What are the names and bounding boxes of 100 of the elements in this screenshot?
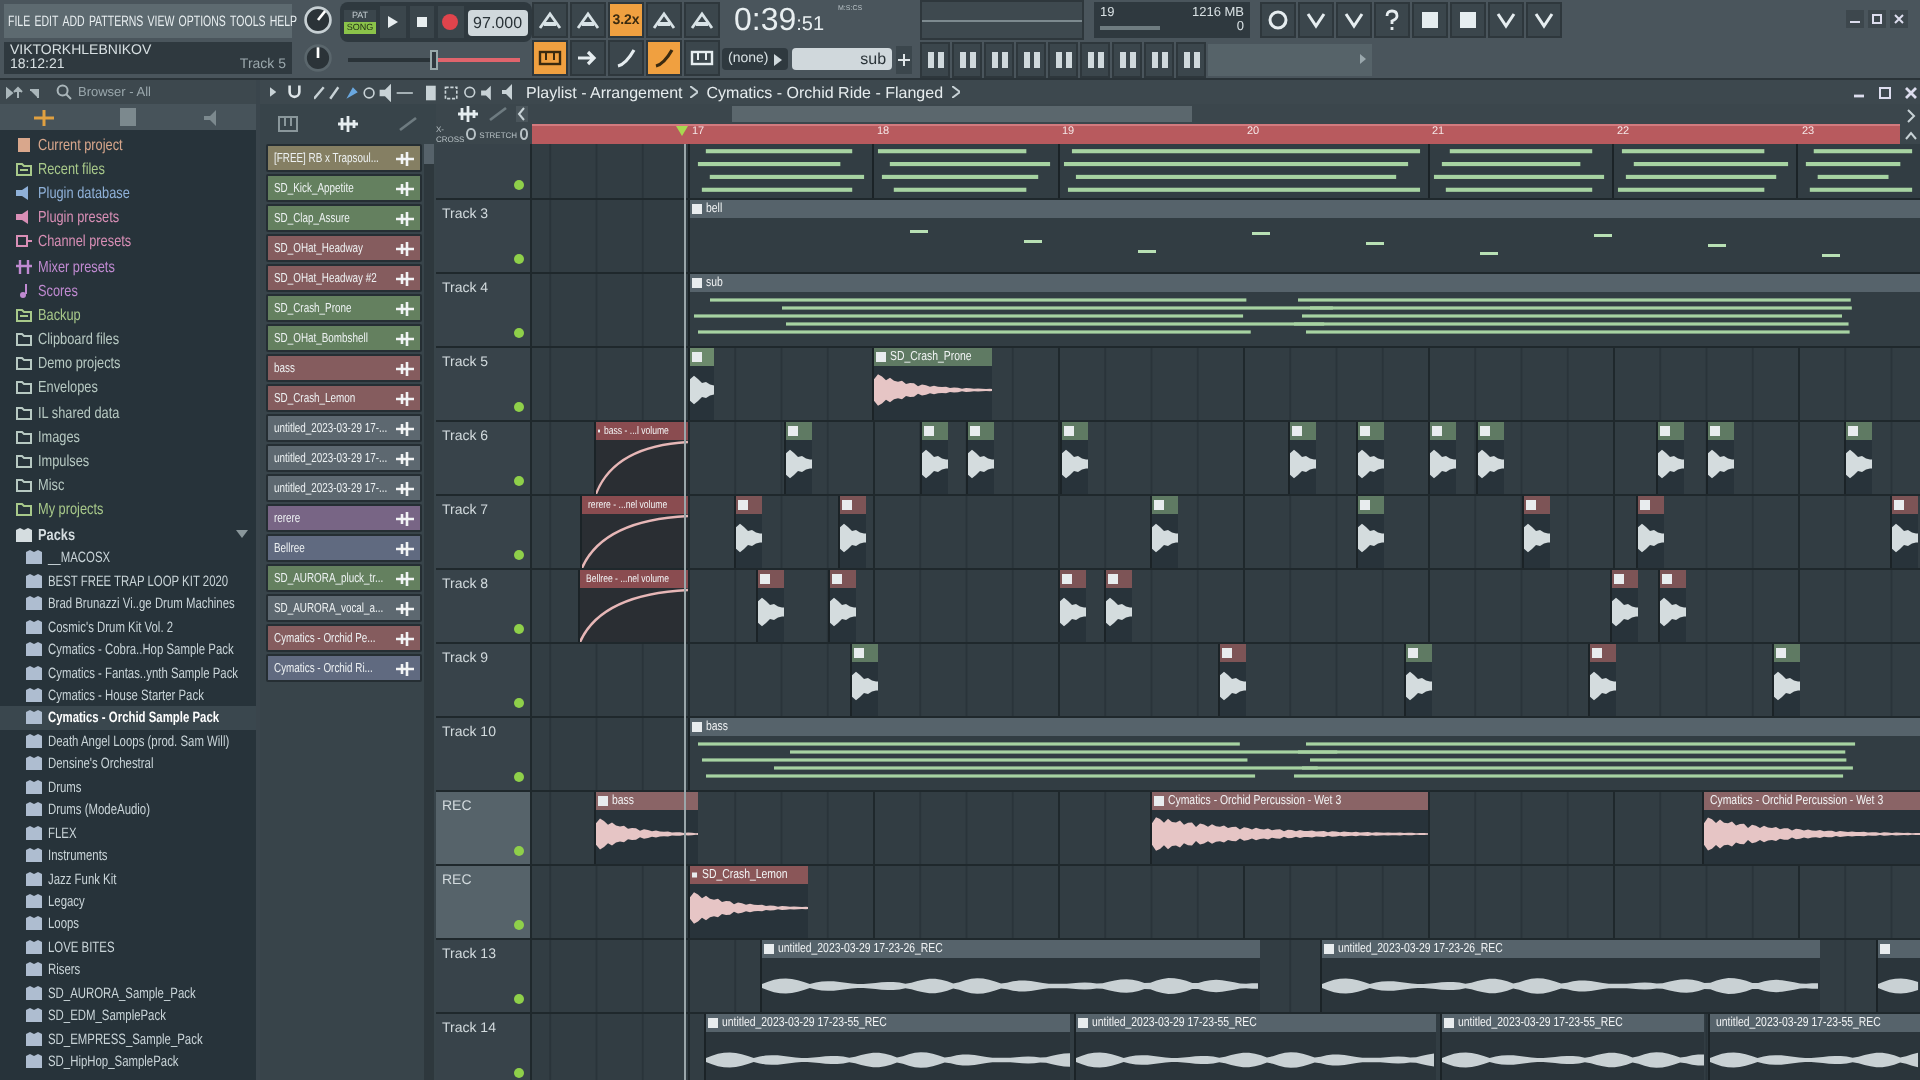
clip-menu-icon[interactable] [876, 352, 886, 362]
playlist-clip[interactable] [1636, 496, 1664, 568]
browser-item[interactable]: Mixer presets [38, 257, 115, 276]
browser-item[interactable]: Images [38, 427, 80, 446]
clip-menu-icon[interactable] [1444, 1018, 1454, 1028]
clip-menu-icon[interactable] [1064, 426, 1074, 436]
clip-menu-icon[interactable] [1640, 500, 1650, 510]
clip-menu-icon[interactable] [854, 648, 864, 658]
clip-menu-icon[interactable] [1292, 426, 1302, 436]
playlist-clip[interactable] [756, 570, 784, 642]
scroll-up-icon[interactable] [1903, 129, 1917, 141]
mute-led-icon[interactable] [514, 920, 524, 930]
playlist-clip[interactable] [828, 570, 856, 642]
playlist-clip[interactable] [1876, 940, 1920, 1012]
mute-led-icon[interactable] [514, 328, 524, 338]
stretch-toggle[interactable] [519, 128, 528, 140]
browser-item[interactable]: Backup [38, 305, 81, 324]
maximize-icon[interactable] [1868, 10, 1886, 28]
clip-menu-icon[interactable] [764, 944, 774, 954]
scroll-right-icon[interactable] [1903, 107, 1917, 123]
clip-menu-icon[interactable] [1432, 426, 1442, 436]
browser-item[interactable]: Envelopes [38, 378, 98, 397]
mute-led-icon[interactable] [514, 254, 524, 264]
expand-arrow-icon[interactable] [1360, 54, 1366, 64]
pitch-knob[interactable] [302, 42, 334, 75]
playlist-clip[interactable] [1404, 644, 1432, 716]
playlist-clip[interactable] [734, 496, 762, 568]
playlist-clip[interactable] [920, 422, 948, 494]
collapse-icon[interactable] [516, 106, 528, 122]
master-pitch-slider[interactable] [348, 50, 520, 70]
select-tools-icon[interactable] [425, 83, 494, 101]
clip-menu-icon[interactable] [1408, 648, 1418, 658]
playlist-clip[interactable] [1844, 422, 1872, 494]
collapse-caret-icon[interactable] [236, 530, 248, 538]
keyboard-button[interactable] [532, 40, 568, 76]
clip-menu-icon[interactable] [692, 352, 702, 362]
clip-menu-icon[interactable] [1078, 1018, 1088, 1028]
playlist-clip[interactable] [1104, 570, 1132, 642]
clip-menu-icon[interactable] [1480, 426, 1490, 436]
playlist-clip[interactable] [838, 496, 866, 568]
clip-menu-icon[interactable] [1776, 648, 1786, 658]
playlist-clip[interactable] [1476, 422, 1504, 494]
clip-menu-icon[interactable] [692, 870, 698, 880]
clip-menu-icon[interactable] [692, 278, 702, 288]
clip-menu-icon[interactable] [924, 426, 934, 436]
mute-led-icon[interactable] [514, 624, 524, 634]
browser-item[interactable]: Impulses [38, 452, 90, 471]
clip-menu-icon[interactable] [1324, 944, 1334, 954]
pattern-selector[interactable]: sub [792, 48, 893, 70]
mute-led-icon[interactable] [514, 180, 524, 190]
clip-menu-icon[interactable] [970, 426, 980, 436]
clip-menu-icon[interactable] [1222, 648, 1232, 658]
magnet-icon[interactable] [288, 84, 302, 100]
stop-button[interactable] [409, 6, 435, 38]
tree-view-icon[interactable] [33, 109, 54, 125]
playlist-clip[interactable] [1588, 644, 1616, 716]
clip-menu-icon[interactable] [1848, 426, 1858, 436]
clip-menu-icon[interactable] [1062, 574, 1072, 584]
playlist-clip[interactable] [1150, 496, 1178, 568]
clip-menu-icon[interactable] [1660, 426, 1670, 436]
playlist-clip[interactable] [966, 422, 994, 494]
mute-led-icon[interactable] [514, 476, 524, 486]
crossfade-toggle[interactable] [466, 128, 476, 140]
clip-menu-icon[interactable] [788, 426, 798, 436]
play-button[interactable] [380, 6, 406, 38]
browser-item[interactable]: Current project [38, 135, 123, 154]
playlist-clip[interactable] [1772, 644, 1800, 716]
pattern-breadcrumb[interactable]: Cymatics - Orchid Ride - Flanged [706, 83, 944, 101]
close-icon[interactable] [1890, 10, 1908, 28]
browser-item[interactable]: IL shared data [38, 403, 120, 422]
mute-led-icon[interactable] [514, 402, 524, 412]
playlist-clip[interactable] [1428, 422, 1456, 494]
clip-menu-icon[interactable] [760, 574, 770, 584]
mute-led-icon[interactable] [514, 846, 524, 856]
maximize-icon[interactable] [1876, 83, 1894, 101]
power-button[interactable] [1260, 2, 1296, 38]
clip-menu-icon[interactable] [692, 204, 702, 214]
browser-item[interactable]: Clipboard files [38, 330, 120, 349]
edit-tools-icon[interactable] [313, 83, 414, 101]
browser-item[interactable]: My projects [38, 500, 104, 519]
search-icon[interactable] [56, 84, 72, 100]
playlist-clip[interactable] [1658, 570, 1686, 642]
clip-menu-icon[interactable] [1154, 500, 1164, 510]
mute-led-icon[interactable] [514, 550, 524, 560]
browser-item[interactable]: Recent files [38, 159, 105, 178]
browser-item[interactable]: Channel presets [38, 232, 132, 251]
speaker-icon[interactable] [502, 84, 518, 100]
clip-menu-icon[interactable] [1360, 426, 1370, 436]
arrow-button[interactable] [570, 40, 606, 76]
playlist-clip[interactable] [1058, 570, 1086, 642]
add-pattern-button[interactable] [896, 45, 912, 73]
browser-item[interactable]: Plugin presets [38, 208, 120, 227]
clip-menu-icon[interactable] [1592, 648, 1602, 658]
playlist-clip[interactable] [1356, 496, 1384, 568]
mute-led-icon[interactable] [514, 698, 524, 708]
playlist-clip[interactable] [1656, 422, 1684, 494]
volume-knob[interactable] [302, 3, 334, 36]
clip-menu-icon[interactable] [1662, 574, 1672, 584]
mute-led-icon[interactable] [514, 994, 524, 1004]
close-icon[interactable] [1902, 83, 1920, 101]
